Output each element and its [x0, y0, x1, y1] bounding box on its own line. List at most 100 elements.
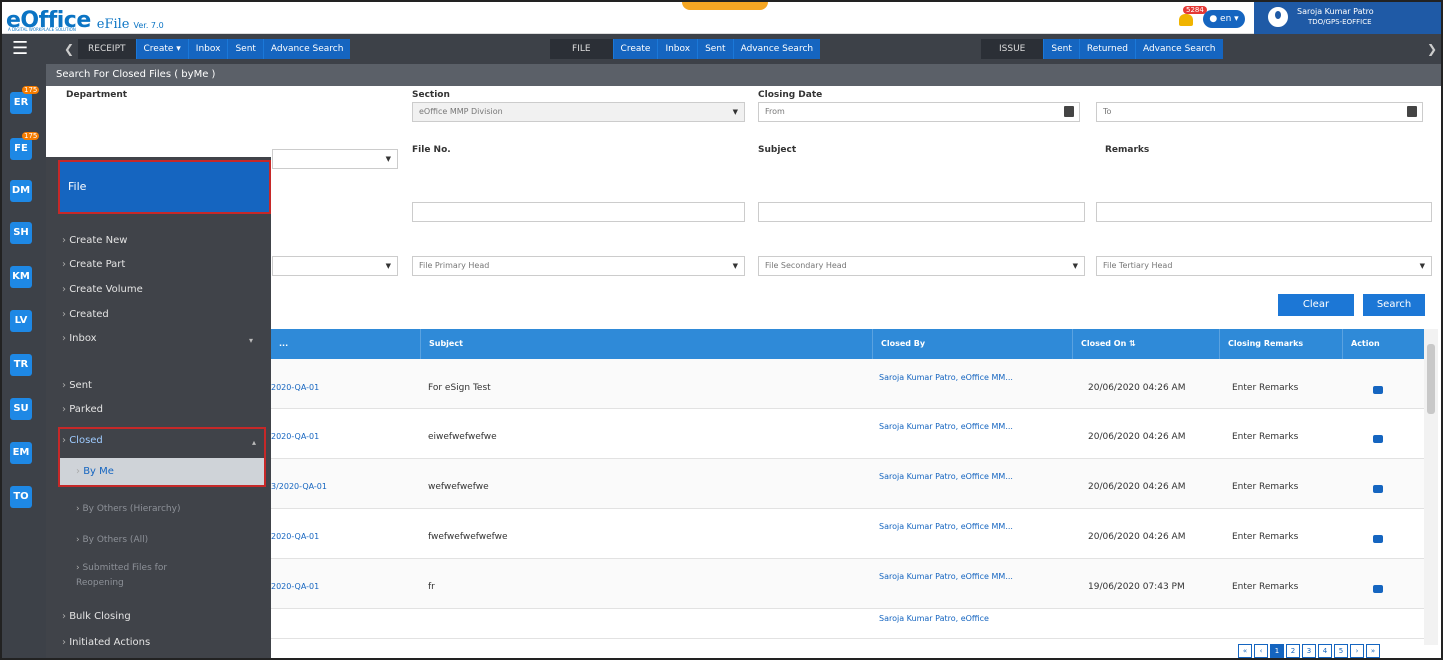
file-menu-title[interactable]: File [58, 160, 271, 214]
prev-page-icon[interactable]: ‹ [1254, 644, 1268, 658]
department-select[interactable]: ▼ [272, 149, 398, 169]
closing-remarks-cell[interactable]: Enter Remarks [1232, 482, 1298, 492]
menu-item-by-me[interactable]: By Me [76, 466, 114, 477]
nav-receipt-inbox[interactable]: Inbox [187, 39, 228, 59]
top-pull-tab[interactable] [682, 2, 768, 10]
closing-remarks-cell[interactable]: Enter Remarks [1232, 532, 1298, 542]
folder-action-icon[interactable] [1373, 386, 1383, 394]
file-no-link[interactable]: 2020-QA-01 [271, 432, 319, 441]
notification-bell-icon[interactable]: 5284 [1177, 6, 1207, 28]
menu-item-closed[interactable]: Closed [62, 435, 103, 446]
closing-remarks-cell[interactable]: Enter Remarks [1232, 432, 1298, 442]
page-button[interactable]: 2 [1286, 644, 1300, 658]
column-closed-by[interactable]: Closed By [872, 329, 1072, 359]
primary-head-select[interactable]: File Primary Head ▼ [412, 256, 745, 276]
column-file-no[interactable]: ... [271, 329, 420, 359]
hamburger-menu-icon[interactable]: ☰ [6, 34, 60, 64]
nav-issue-advance-search[interactable]: Advance Search [1134, 39, 1223, 59]
folder-action-icon[interactable] [1373, 585, 1383, 593]
folder-action-icon[interactable] [1373, 485, 1383, 493]
nav-receipt-label[interactable]: RECEIPT [78, 39, 136, 59]
rail-item-file[interactable]: FE [10, 138, 32, 160]
nav-issue-returned[interactable]: Returned [1078, 39, 1135, 59]
column-action[interactable]: Action [1342, 329, 1424, 359]
menu-item-created[interactable]: Created [62, 309, 109, 320]
chevron-up-icon[interactable]: ▴ [252, 438, 256, 447]
next-page-icon[interactable]: › [1350, 644, 1364, 658]
nav-receipt-sent[interactable]: Sent [227, 39, 262, 59]
rail-item-tour[interactable]: TR [10, 354, 32, 376]
closed-by-cell[interactable]: Saroja Kumar Patro, eOffice MM... [879, 421, 1059, 432]
eoffice-logo[interactable]: eOffice eFile Ver. 7.0 A DIGITAL WORKPLA… [6, 4, 164, 33]
menu-item-parked[interactable]: Parked [62, 404, 103, 415]
closed-by-cell[interactable]: Saroja Kumar Patro, eOffice MM... [879, 471, 1059, 482]
language-selector[interactable]: ● en ▾ [1203, 10, 1245, 28]
menu-item-by-others-hierarchy[interactable]: By Others (Hierarchy) [76, 504, 180, 514]
category-select[interactable]: ▼ [272, 256, 398, 276]
nav-file-create[interactable]: Create [612, 39, 658, 59]
section-select[interactable]: eOffice MMP Division ▼ [412, 102, 745, 122]
rail-item-ems[interactable]: EM [10, 442, 32, 464]
file-no-link[interactable]: 2020-QA-01 [271, 383, 319, 392]
file-no-link[interactable]: 2020-QA-01 [271, 532, 319, 541]
secondary-head-select[interactable]: File Secondary Head ▼ [758, 256, 1085, 276]
remarks-input[interactable] [1096, 202, 1432, 222]
nav-file-advance-search[interactable]: Advance Search [732, 39, 821, 59]
calendar-icon[interactable] [1064, 106, 1074, 117]
rail-item-tools[interactable]: TO [10, 486, 32, 508]
closed-by-cell[interactable]: Saroja Kumar Patro, eOffice MM... [879, 521, 1059, 532]
file-no-link[interactable]: 3/2020-QA-01 [271, 482, 327, 491]
page-button[interactable]: 4 [1318, 644, 1332, 658]
nav-file-inbox[interactable]: Inbox [657, 39, 697, 59]
menu-item-by-others-all[interactable]: By Others (All) [76, 535, 148, 545]
menu-item-inbox[interactable]: Inbox [62, 333, 96, 344]
nav-receipt-create[interactable]: Create ▾ [135, 39, 188, 59]
column-closing-remarks[interactable]: Closing Remarks [1219, 329, 1342, 359]
page-button[interactable]: 3 [1302, 644, 1316, 658]
chevron-down-icon[interactable]: ▾ [249, 336, 253, 345]
nav-scroll-right-icon[interactable]: ❯ [1427, 34, 1437, 64]
subject-input[interactable] [758, 202, 1085, 222]
folder-action-icon[interactable] [1373, 435, 1383, 443]
menu-item-initiated-actions[interactable]: Initiated Actions [62, 637, 150, 648]
search-button[interactable]: Search [1363, 294, 1425, 316]
rail-item-sparrow[interactable]: SU [10, 398, 32, 420]
rail-item-km[interactable]: KM [10, 266, 32, 288]
first-page-icon[interactable]: « [1238, 644, 1252, 658]
calendar-icon[interactable] [1407, 106, 1417, 117]
to-date-field[interactable]: To [1096, 102, 1423, 122]
rail-item-leave[interactable]: LV [10, 310, 32, 332]
avatar[interactable] [1268, 7, 1288, 27]
nav-issue-label[interactable]: ISSUE [981, 39, 1044, 59]
menu-item-create-part[interactable]: Create Part [62, 259, 125, 270]
file-no-link[interactable]: 2020-QA-01 [271, 582, 319, 591]
menu-item-bulk-closing[interactable]: Bulk Closing [62, 611, 131, 622]
menu-item-create-new[interactable]: Create New [62, 235, 127, 246]
rail-item-dms[interactable]: DM [10, 180, 32, 202]
menu-item-create-volume[interactable]: Create Volume [62, 284, 143, 295]
nav-issue-sent[interactable]: Sent [1043, 39, 1078, 59]
from-date-field[interactable]: From [758, 102, 1080, 122]
menu-item-sent[interactable]: Sent [62, 380, 92, 391]
last-page-icon[interactable]: » [1366, 644, 1380, 658]
nav-file-label[interactable]: FILE [550, 39, 613, 59]
page-button[interactable]: 1 [1270, 644, 1284, 658]
nav-scroll-left-icon[interactable]: ❮ [64, 34, 74, 64]
clear-button[interactable]: Clear [1278, 294, 1354, 316]
scroll-thumb[interactable] [1427, 344, 1435, 414]
closed-by-cell[interactable]: Saroja Kumar Patro, eOffice MM... [879, 571, 1059, 582]
tertiary-head-select[interactable]: File Tertiary Head ▼ [1096, 256, 1432, 276]
column-closed-on[interactable]: Closed On ⇅ [1072, 329, 1219, 359]
closing-remarks-cell[interactable]: Enter Remarks [1232, 383, 1298, 393]
page-button[interactable]: 5 [1334, 644, 1348, 658]
file-no-input[interactable] [412, 202, 745, 222]
nav-receipt-advance-search[interactable]: Advance Search [262, 39, 351, 59]
closing-remarks-cell[interactable]: Enter Remarks [1232, 582, 1298, 592]
nav-file-sent[interactable]: Sent [697, 39, 732, 59]
menu-item-submitted-reopening[interactable]: Submitted Files for Reopening [76, 561, 196, 591]
closed-by-cell[interactable]: Saroja Kumar Patro, eOffice MM... [879, 372, 1059, 383]
rail-item-sh[interactable]: SH [10, 222, 32, 244]
folder-action-icon[interactable] [1373, 535, 1383, 543]
column-subject[interactable]: Subject [420, 329, 872, 359]
closed-by-cell[interactable]: Saroja Kumar Patro, eOffice [879, 613, 1059, 624]
